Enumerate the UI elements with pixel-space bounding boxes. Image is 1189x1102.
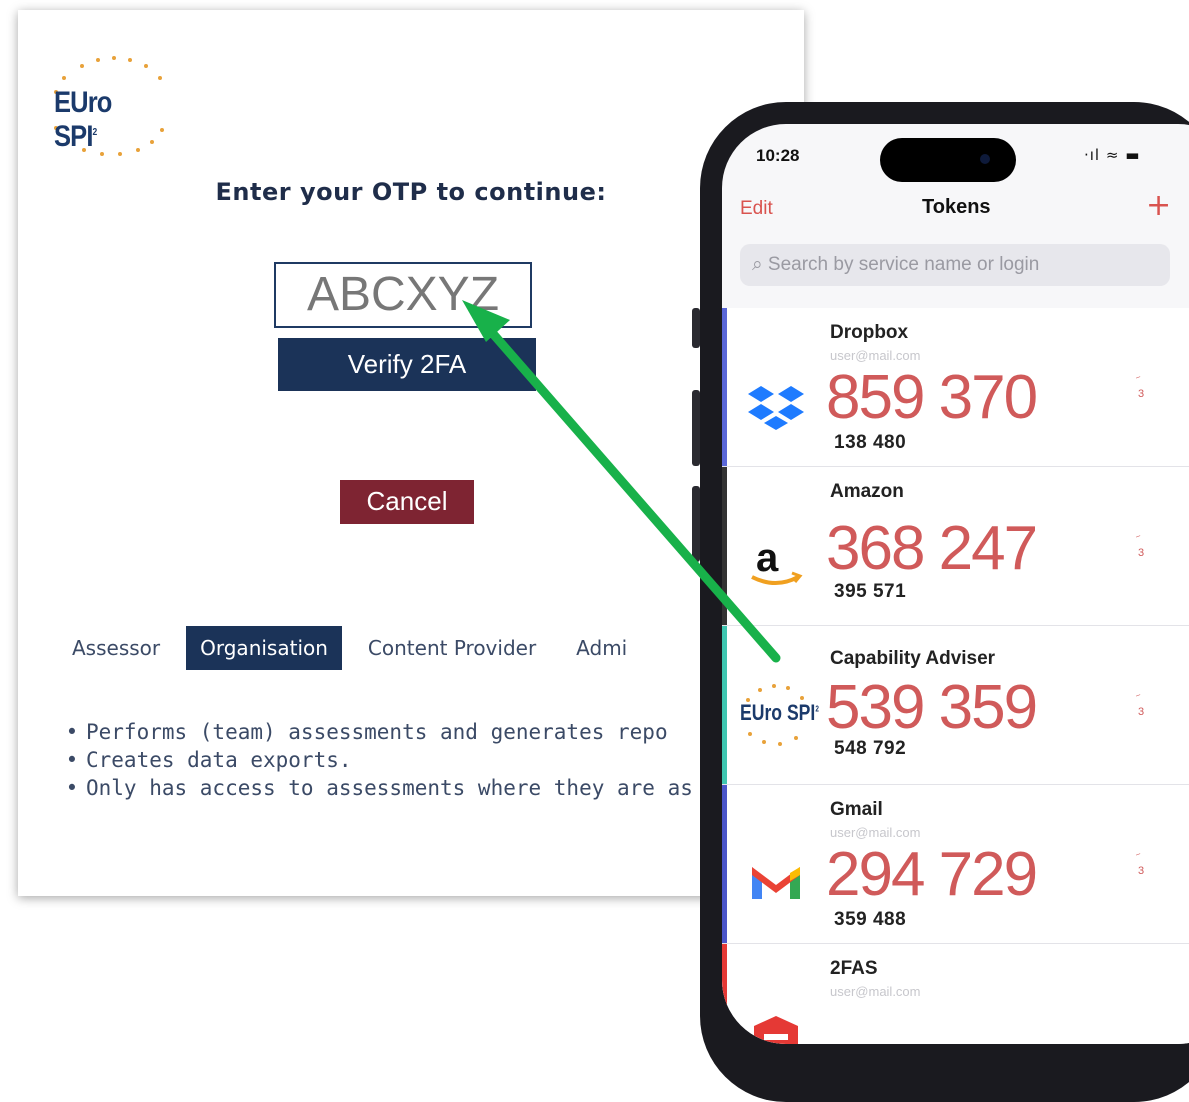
list-item: • Performs (team) assessments and generat… bbox=[65, 720, 668, 744]
svg-text:a: a bbox=[756, 536, 779, 580]
logo-sup: 2 bbox=[92, 127, 98, 138]
2fas-icon bbox=[754, 1016, 798, 1044]
status-icons: ·ıl ≈ ▬ bbox=[1084, 146, 1141, 164]
token-row-dropbox[interactable]: Dropbox user@mail.com 859 370 138 480 ‾ 3 bbox=[722, 308, 1189, 467]
eurospi-logo: EUro SPI2 bbox=[50, 50, 170, 160]
tab-organisation[interactable]: Organisation bbox=[186, 626, 342, 670]
login-card: EUro SPI2 Enter your OTP to continue: AB… bbox=[18, 10, 804, 896]
service-name: Gmail bbox=[830, 799, 883, 820]
token-row-amazon[interactable]: a Amazon 368 247 395 571 ‾ 3 bbox=[722, 467, 1189, 626]
otp-title: Enter your OTP to continue: bbox=[215, 178, 607, 206]
add-token-button[interactable]: + bbox=[1146, 188, 1171, 223]
service-login: user@mail.com bbox=[830, 825, 921, 840]
otp-code[interactable]: 368 247 bbox=[826, 513, 1038, 584]
volume-down-button bbox=[692, 486, 700, 562]
phone-screen: 10:28 ·ıl ≈ ▬ Edit Tokens + ⌕ Search by … bbox=[722, 124, 1189, 1044]
otp-code[interactable]: 539 359 bbox=[826, 672, 1038, 743]
verify-2fa-button[interactable]: Verify 2FA bbox=[278, 338, 536, 391]
otp-code[interactable]: 859 370 bbox=[826, 362, 1038, 433]
eurospi-icon: EUro SPI2 bbox=[738, 674, 819, 754]
next-code: 359 488 bbox=[834, 909, 907, 930]
cancel-button[interactable]: Cancel bbox=[340, 480, 474, 524]
timer-icon: ‾ 3 bbox=[1136, 694, 1145, 718]
next-code: 395 571 bbox=[834, 581, 907, 602]
volume-up-button bbox=[692, 390, 700, 466]
role-description-list: • Performs (team) assessments and generat… bbox=[58, 718, 693, 802]
tab-content-provider[interactable]: Content Provider bbox=[354, 626, 550, 670]
service-name: 2FAS bbox=[830, 958, 878, 979]
gmail-icon bbox=[752, 867, 800, 899]
status-time: 10:28 bbox=[756, 146, 800, 165]
tab-assessor[interactable]: Assessor bbox=[58, 626, 174, 670]
logo-text: EUro SPI bbox=[54, 86, 112, 153]
search-input[interactable]: ⌕ Search by service name or login bbox=[740, 244, 1170, 286]
service-login: user@mail.com bbox=[830, 348, 921, 363]
search-icon: ⌕ bbox=[752, 254, 768, 275]
dynamic-island bbox=[880, 138, 1016, 182]
otp-code[interactable]: 294 729 bbox=[826, 839, 1038, 910]
dropbox-icon bbox=[748, 386, 804, 430]
token-row-2fas[interactable]: 2FAS user@mail.com bbox=[722, 944, 1189, 1044]
phone-action-button bbox=[692, 308, 700, 348]
list-item: • Only has access to assessments where th… bbox=[65, 776, 693, 800]
token-row-gmail[interactable]: Gmail user@mail.com 294 729 359 488 ‾ 3 bbox=[722, 785, 1189, 944]
page-title: Tokens bbox=[922, 196, 991, 218]
tab-admin[interactable]: Admi bbox=[562, 626, 641, 670]
list-item: • Creates data exports. bbox=[65, 748, 352, 772]
timer-icon: ‾ 3 bbox=[1136, 535, 1145, 559]
timer-icon: ‾ 3 bbox=[1136, 853, 1145, 877]
timer-icon: ‾ 3 bbox=[1136, 376, 1145, 400]
role-tabs: Assessor Organisation Content Provider A… bbox=[58, 626, 653, 670]
service-name: Amazon bbox=[830, 481, 904, 502]
service-name: Dropbox bbox=[830, 322, 909, 343]
edit-button[interactable]: Edit bbox=[740, 198, 773, 220]
next-code: 548 792 bbox=[834, 738, 907, 759]
amazon-icon: a bbox=[751, 536, 803, 585]
service-login: user@mail.com bbox=[830, 984, 921, 999]
next-code: 138 480 bbox=[834, 432, 907, 453]
otp-input[interactable]: ABCXYZ bbox=[274, 262, 532, 328]
token-row-capability-adviser[interactable]: EUro SPI2 Capability Adviser 539 359 548… bbox=[722, 626, 1189, 785]
service-name: Capability Adviser bbox=[830, 648, 996, 669]
